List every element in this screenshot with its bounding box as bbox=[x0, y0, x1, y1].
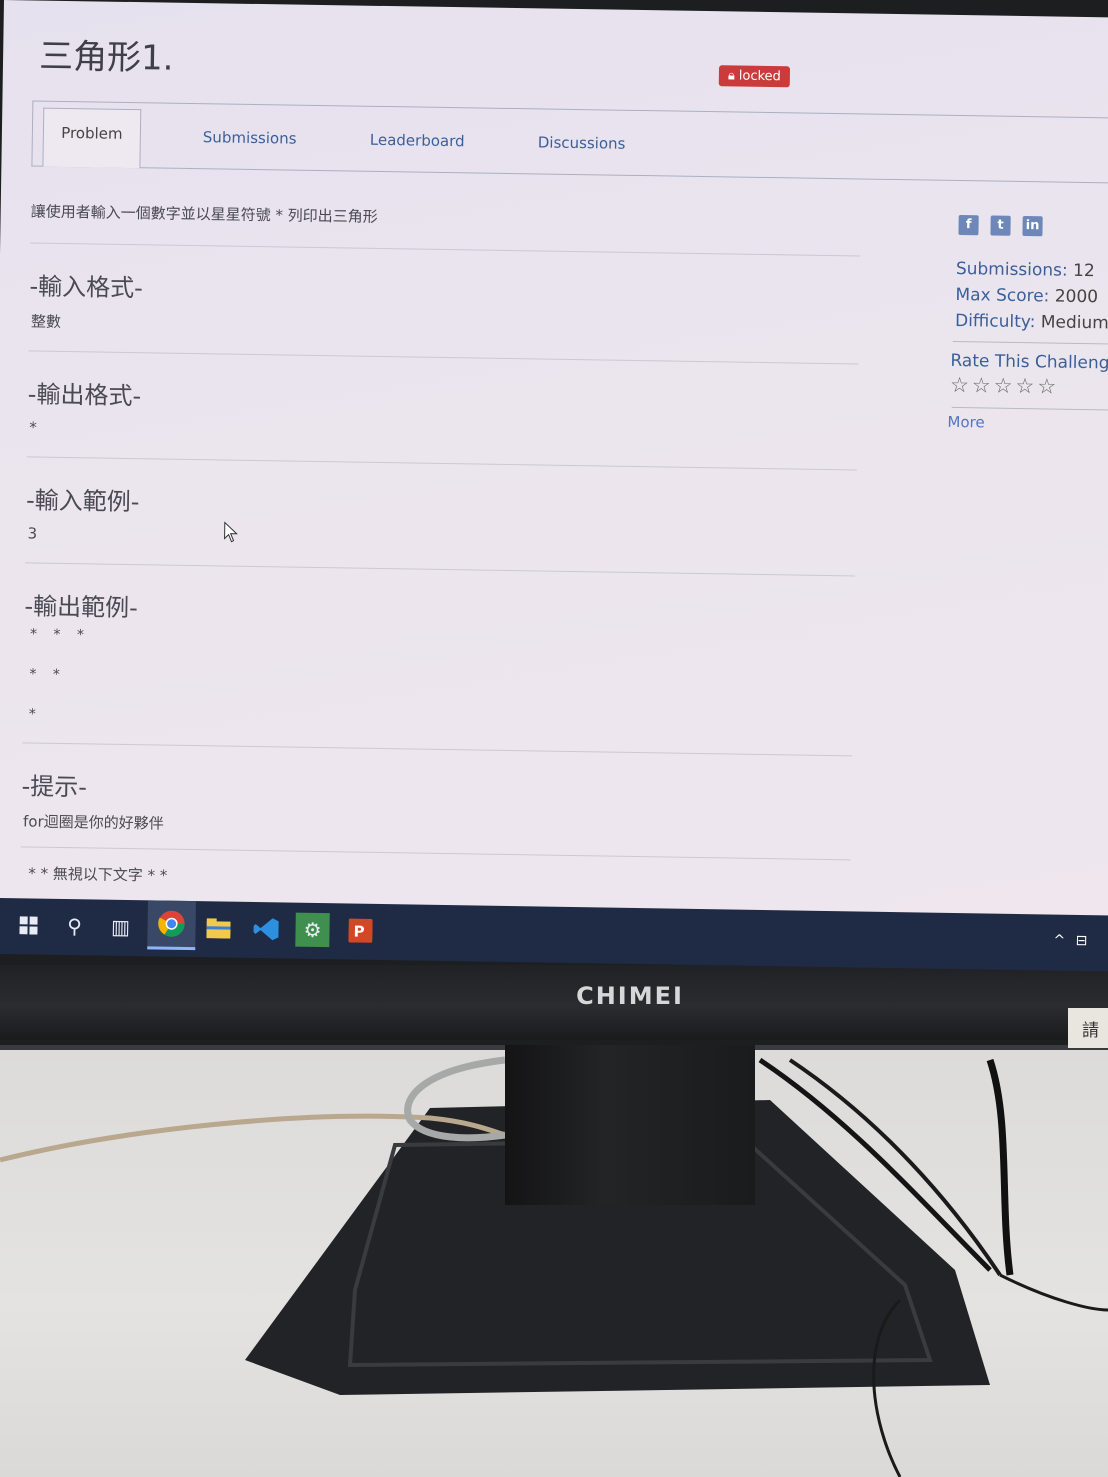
chevron-up-icon[interactable]: ^ bbox=[1053, 933, 1065, 949]
max-score-value: 2000 bbox=[1054, 286, 1099, 308]
app-icon[interactable]: ⚙ bbox=[295, 912, 330, 948]
section-heading: -輸出範例- bbox=[24, 592, 139, 623]
twitter-icon[interactable]: t bbox=[990, 215, 1011, 236]
task-view-icon[interactable]: ▥ bbox=[103, 910, 138, 945]
sticker-label: 請 bbox=[1068, 1008, 1108, 1048]
windows-start-icon[interactable] bbox=[11, 908, 46, 943]
problem-description: 讓使用者輸入一個數字並以星星符號 * 列印出三角形 bbox=[30, 202, 378, 226]
section-heading: -提示- bbox=[21, 772, 88, 802]
monitor-chin bbox=[0, 965, 1108, 1040]
screen: 三角形1. 🔒︎ locked Problem Submissions Leade… bbox=[0, 0, 1108, 930]
section-body: for迴圈是你的好夥伴 bbox=[22, 812, 164, 833]
difficulty-value: Medium bbox=[1040, 312, 1108, 334]
divider bbox=[25, 562, 856, 577]
locked-badge-label: locked bbox=[738, 68, 781, 85]
divider bbox=[951, 406, 1108, 411]
monitor-neck bbox=[505, 1045, 755, 1205]
tab-bar: Problem Submissions Leaderboard Discussi… bbox=[31, 100, 1108, 184]
divider bbox=[30, 242, 861, 257]
divider bbox=[28, 350, 859, 365]
difficulty-stat: Difficulty: Medium bbox=[955, 311, 1108, 333]
section-body: * bbox=[29, 418, 37, 437]
mouse-cursor-icon bbox=[224, 521, 238, 543]
facebook-icon[interactable]: f bbox=[958, 215, 979, 236]
brand-logo: CHIMEI bbox=[576, 982, 684, 1010]
tab-submissions[interactable]: Submissions bbox=[203, 128, 297, 147]
locked-badge: 🔒︎ locked bbox=[718, 65, 791, 88]
chrome-icon bbox=[158, 910, 185, 937]
vscode-icon[interactable] bbox=[249, 912, 284, 947]
submissions-stat: Submissions: 12 bbox=[956, 259, 1095, 281]
divider bbox=[20, 846, 851, 861]
output-line: * * bbox=[29, 666, 66, 684]
max-score-label: Max Score: bbox=[955, 284, 1050, 307]
rating-stars[interactable]: ☆☆☆☆☆ bbox=[950, 373, 1060, 399]
page-title: 三角形1. bbox=[38, 36, 174, 79]
more-link[interactable]: More bbox=[947, 413, 984, 432]
rate-challenge-title: Rate This Challenge bbox=[950, 350, 1108, 374]
section-body: 3 bbox=[27, 524, 38, 543]
powerpoint-icon[interactable]: P bbox=[343, 913, 378, 948]
footer-note: * * 無視以下文字 * * bbox=[28, 864, 168, 885]
tab-problem[interactable]: Problem bbox=[42, 107, 142, 169]
search-icon[interactable]: ⚲ bbox=[57, 909, 92, 944]
submissions-label: Submissions: bbox=[955, 258, 1068, 281]
svg-text:P: P bbox=[353, 923, 364, 941]
section-body: 整數 bbox=[30, 312, 62, 331]
divider bbox=[22, 742, 853, 757]
divider bbox=[952, 340, 1108, 345]
lock-icon: 🔒︎ bbox=[727, 68, 735, 84]
max-score-stat: Max Score: 2000 bbox=[955, 285, 1098, 307]
section-heading: -輸入範例- bbox=[25, 486, 140, 517]
divider bbox=[26, 456, 857, 471]
file-explorer-icon[interactable] bbox=[201, 911, 236, 946]
output-line: * * * bbox=[29, 626, 91, 644]
chrome-taskbar-button[interactable] bbox=[147, 900, 196, 951]
section-heading: -輸入格式- bbox=[29, 272, 144, 303]
section-heading: -輸出格式- bbox=[27, 380, 142, 411]
network-icon[interactable]: ⊟ bbox=[1076, 933, 1088, 949]
submissions-value: 12 bbox=[1072, 260, 1095, 282]
difficulty-label: Difficulty: bbox=[954, 310, 1036, 333]
tab-leaderboard[interactable]: Leaderboard bbox=[370, 131, 465, 150]
system-tray[interactable]: ^ ⊟ bbox=[1053, 933, 1087, 950]
output-line: * bbox=[28, 706, 42, 723]
tab-discussions[interactable]: Discussions bbox=[538, 133, 626, 152]
linkedin-icon[interactable]: in bbox=[1022, 216, 1043, 237]
